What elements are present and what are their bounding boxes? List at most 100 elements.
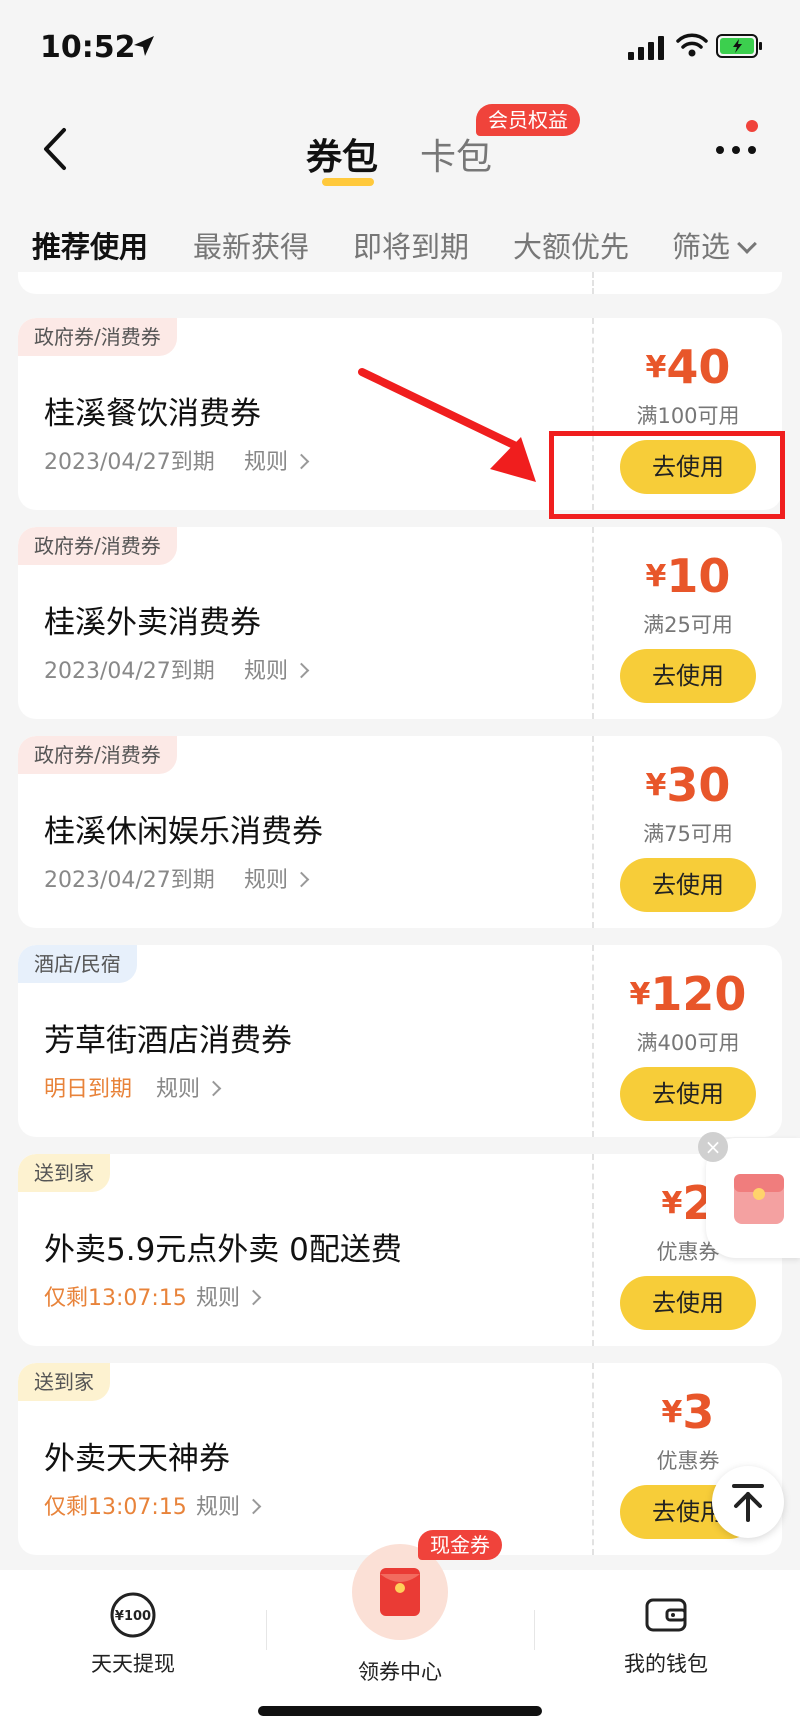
coupon-tag: 酒店/民宿 [18, 945, 137, 983]
coupon-condition: 满400可用 [636, 1031, 740, 1055]
cellular-signal-icon [628, 36, 664, 60]
coupon-tag: 政府券/消费券 [18, 318, 177, 356]
coupon-tag: 政府券/消费券 [18, 527, 177, 565]
filter-newest[interactable]: 最新获得 [193, 224, 309, 266]
nav-daily-withdraw[interactable]: ¥100 天天提现 [53, 1590, 213, 1678]
coupon-tag: 送到家 [18, 1363, 110, 1401]
annotation-highlight-box [549, 431, 785, 519]
chevron-right-icon [245, 1498, 262, 1515]
amount-value: 10 [666, 549, 731, 603]
coupon-card[interactable]: 政府券/消费券 桂溪外卖消费券 2023/04/27到期 规则 ¥10 满25可… [18, 527, 782, 719]
coupon-card-partial [18, 272, 782, 294]
coupon-amount: ¥40 [594, 340, 782, 394]
filter-dropdown-label: 筛选 [672, 230, 731, 264]
status-time: 10:52 [40, 30, 136, 65]
rules-label: 规则 [244, 659, 289, 684]
battery-charging-icon [716, 34, 762, 58]
back-arrow-icon[interactable] [36, 124, 76, 174]
nav-my-wallet[interactable]: 我的钱包 [586, 1590, 746, 1678]
coupon-expiry: 仅剩13:07:15 [44, 1286, 187, 1311]
svg-text:¥100: ¥100 [115, 1609, 151, 1624]
status-bar: 10:52 [0, 0, 800, 96]
notification-dot [746, 120, 758, 132]
header: 券包 卡包 会员权益 [0, 96, 800, 206]
use-coupon-button[interactable]: 去使用 [620, 649, 756, 703]
rules-label: 规则 [196, 1286, 241, 1311]
currency-symbol: ¥ [661, 1186, 683, 1221]
filter-large-amount[interactable]: 大额优先 [513, 224, 629, 266]
coupon-condition: 满25可用 [643, 613, 733, 637]
chevron-right-icon [293, 662, 310, 679]
nav-label: 我的钱包 [624, 1652, 708, 1676]
currency-symbol: ¥ [645, 350, 667, 385]
rules-label: 规则 [244, 450, 289, 475]
coupon-title: 芳草街酒店消费券 [44, 1023, 292, 1059]
home-indicator [258, 1706, 542, 1716]
currency-symbol: ¥ [629, 977, 651, 1012]
cash-coupon-badge: 现金券 [418, 1530, 502, 1560]
coupon-expiry: 2023/04/27到期 [44, 659, 215, 684]
close-icon[interactable]: × [698, 1132, 728, 1162]
currency-symbol: ¥ [645, 768, 667, 803]
more-options-icon[interactable] [712, 138, 764, 162]
coupon-card[interactable]: 送到家 外卖天天神券 仅剩13:07:15 规则 ¥3 优惠券 去使用 [18, 1363, 782, 1555]
member-benefits-badge: 会员权益 [476, 104, 580, 136]
amount-value: 120 [650, 967, 747, 1021]
use-coupon-button[interactable]: 去使用 [620, 858, 756, 912]
coupon-rules-link[interactable]: 规则 [244, 444, 310, 476]
coupon-title: 外卖天天神券 [44, 1441, 230, 1477]
coupon-title: 桂溪休闲娱乐消费券 [44, 814, 323, 850]
wifi-icon [676, 33, 708, 57]
coupon-expiry: 明日到期 [44, 1077, 133, 1102]
amount-value: 30 [666, 758, 731, 812]
coupon-tag: 送到家 [18, 1154, 110, 1192]
filter-recommended[interactable]: 推荐使用 [32, 224, 148, 266]
coupon-card[interactable]: 政府券/消费券 桂溪休闲娱乐消费券 2023/04/27到期 规则 ¥30 满7… [18, 736, 782, 928]
coupon-expiry: 2023/04/27到期 [44, 450, 215, 475]
coupon-amount: ¥30 [594, 758, 782, 812]
use-coupon-button[interactable]: 去使用 [620, 1067, 756, 1121]
coupon-title: 外卖5.9元点外卖 0配送费 [44, 1232, 402, 1268]
coupon-title: 桂溪餐饮消费券 [44, 396, 261, 432]
nav-divider [534, 1610, 535, 1650]
location-arrow-icon [134, 36, 154, 56]
chevron-down-icon [737, 234, 757, 254]
chevron-right-icon [293, 453, 310, 470]
amount-value: 3 [682, 1385, 715, 1439]
coupon-title: 桂溪外卖消费券 [44, 605, 261, 641]
coupon-condition: 满100可用 [636, 404, 740, 428]
scroll-to-top-button[interactable] [712, 1466, 784, 1538]
coupon-condition: 满75可用 [643, 822, 733, 846]
arrow-up-to-top-icon [732, 1484, 764, 1522]
coupon-amount: ¥10 [594, 549, 782, 603]
chevron-right-icon [205, 1080, 222, 1097]
nav-divider [266, 1610, 267, 1650]
coupon-card[interactable]: 酒店/民宿 芳草街酒店消费券 明日到期 规则 ¥120 满400可用 去使用 [18, 945, 782, 1137]
filter-dropdown[interactable]: 筛选 [672, 224, 757, 266]
coupon-amount: ¥3 [594, 1385, 782, 1439]
use-coupon-button[interactable]: 去使用 [620, 1276, 756, 1330]
tab-coupons[interactable]: 券包 [306, 128, 378, 180]
coupon-amount: ¥120 [594, 967, 782, 1021]
wallet-icon [645, 1598, 687, 1632]
filter-expiring-soon[interactable]: 即将到期 [353, 224, 469, 266]
rules-label: 规则 [156, 1077, 201, 1102]
coupon-rules-link[interactable]: 规则 [196, 1489, 262, 1521]
perforation-line [592, 272, 594, 294]
coupon-rules-link[interactable]: 规则 [244, 862, 310, 894]
nav-label: 领券中心 [358, 1660, 442, 1684]
coupon-rules-link[interactable]: 规则 [196, 1280, 262, 1312]
active-tab-indicator [322, 178, 374, 186]
coupon-rules-link[interactable]: 规则 [156, 1071, 222, 1103]
rules-label: 规则 [244, 868, 289, 893]
nav-label: 天天提现 [91, 1652, 175, 1676]
coupon-tag: 政府券/消费券 [18, 736, 177, 774]
nav-coupon-center[interactable]: 领券中心 [320, 1648, 480, 1686]
chevron-right-icon [293, 871, 310, 888]
coupon-rules-link[interactable]: 规则 [244, 653, 310, 685]
rules-label: 规则 [196, 1495, 241, 1520]
currency-symbol: ¥ [645, 559, 667, 594]
coupon-expiry: 仅剩13:07:15 [44, 1495, 187, 1520]
amount-value: 40 [666, 340, 731, 394]
coupon-card[interactable]: 送到家 外卖5.9元点外卖 0配送费 仅剩13:07:15 规则 ¥2 优惠券 … [18, 1154, 782, 1346]
